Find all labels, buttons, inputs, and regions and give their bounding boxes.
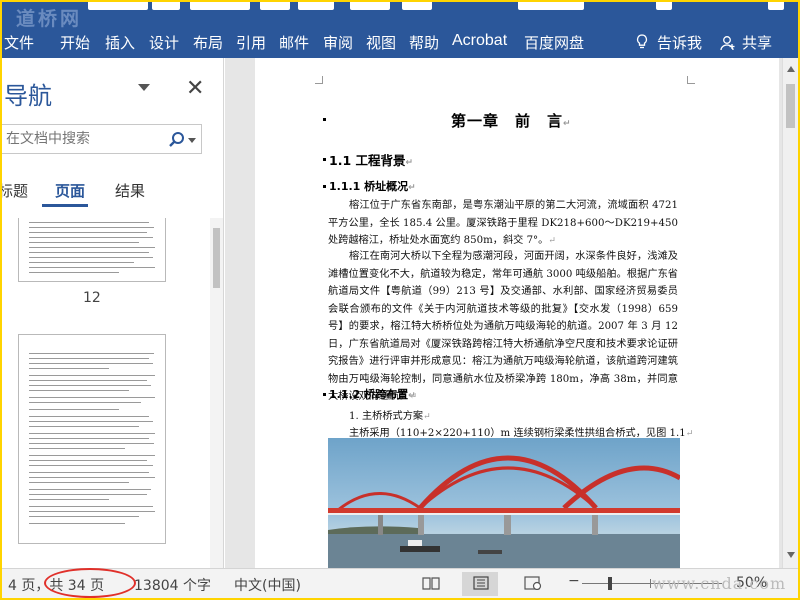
chapter-title: 第一章 前 言↵ bbox=[451, 112, 572, 130]
nav-search-input[interactable] bbox=[6, 129, 156, 149]
tab-review[interactable]: 审阅 bbox=[323, 32, 353, 53]
section-heading-1-1-2: 1.1.2 桥跨布置↵ bbox=[329, 388, 416, 401]
lightbulb-icon bbox=[636, 34, 648, 49]
language-status[interactable]: 中文(中国) bbox=[234, 575, 301, 595]
tab-references[interactable]: 引用 bbox=[236, 32, 266, 53]
tab-design[interactable]: 设计 bbox=[149, 32, 179, 53]
tab-insert[interactable]: 插入 bbox=[105, 32, 135, 53]
tab-file[interactable]: 文件 bbox=[4, 32, 34, 53]
search-options-chevron-icon[interactable] bbox=[188, 138, 196, 143]
share-button[interactable]: 共享 bbox=[742, 32, 772, 53]
ribbon-tabs: 文件 开始 插入 设计 布局 引用 邮件 审阅 视图 帮助 Acrobat 百度… bbox=[2, 12, 798, 58]
nav-pane-title: 导航 bbox=[4, 82, 52, 110]
section-heading-1-1: 1.1 工程背景↵ bbox=[329, 153, 414, 168]
red-circle-annotation bbox=[44, 568, 136, 598]
search-icon[interactable] bbox=[168, 131, 186, 149]
web-layout-icon[interactable] bbox=[524, 576, 542, 590]
tab-acrobat[interactable]: Acrobat bbox=[452, 32, 507, 50]
page-thumbnail-12[interactable] bbox=[18, 218, 166, 282]
nav-pane-scrollbar[interactable] bbox=[210, 218, 223, 568]
paragraph-bridge-site: 榕江位于广东省东南部，是粤东潮汕平原的第二大河流，流域面积 4721 平方公里，… bbox=[328, 200, 678, 246]
document-page[interactable]: 第一章 前 言↵ 1.1 工程背景↵ 1.1.1 桥址概况↵ 榕江位于广东省东南… bbox=[255, 58, 779, 568]
tab-baidu-netdisk[interactable]: 百度网盘 bbox=[524, 32, 584, 53]
tab-help[interactable]: 帮助 bbox=[409, 32, 439, 53]
page-thumbnail-13[interactable] bbox=[18, 334, 166, 544]
zoom-slider-midmark bbox=[650, 579, 651, 588]
nav-search-box bbox=[2, 124, 202, 154]
close-icon[interactable]: ✕ bbox=[186, 76, 204, 101]
section-heading-1-1-1: 1.1.1 桥址概况↵ bbox=[329, 180, 416, 193]
tab-home[interactable]: 开始 bbox=[60, 32, 90, 53]
thumbnail-page-number: 12 bbox=[83, 290, 101, 306]
nav-options-chevron-icon[interactable] bbox=[138, 84, 150, 91]
active-tab-indicator bbox=[42, 204, 88, 207]
watermark-bottom-right: www.cnda.com bbox=[652, 574, 787, 593]
document-scrollbar[interactable] bbox=[782, 58, 798, 568]
document-canvas: 第一章 前 言↵ 1.1 工程背景↵ 1.1.1 桥址概况↵ 榕江位于广东省东南… bbox=[225, 58, 798, 568]
zoom-slider-handle[interactable] bbox=[608, 577, 612, 590]
tab-view[interactable]: 视图 bbox=[366, 32, 396, 53]
body-line-main-bridge: 主桥采用（110+2×220+110）m 连续钢桁梁柔性拱组合桥式，见图 1.1… bbox=[349, 428, 694, 439]
word-count-status[interactable]: 13804 个字 bbox=[134, 575, 211, 595]
bridge-photo bbox=[328, 438, 680, 568]
print-layout-icon[interactable] bbox=[472, 576, 490, 590]
tell-me-search[interactable]: 告诉我 bbox=[657, 32, 702, 53]
share-person-icon bbox=[720, 36, 735, 51]
tab-mailings[interactable]: 邮件 bbox=[279, 32, 309, 53]
title-bar bbox=[2, 2, 798, 12]
nav-tab-results[interactable]: 结果 bbox=[115, 180, 145, 201]
watermark-top-left: 道桥网 bbox=[16, 8, 83, 30]
nav-tab-pages[interactable]: 页面 bbox=[55, 180, 85, 201]
scroll-thumb[interactable] bbox=[786, 84, 795, 128]
tab-layout[interactable]: 布局 bbox=[193, 32, 223, 53]
nav-tab-headings[interactable]: 标题 bbox=[2, 180, 28, 201]
scroll-down-arrow-icon[interactable] bbox=[787, 552, 795, 558]
paragraph-navigation: 榕江在南河大桥以下全程为感潮河段，河面开阔，水深条件良好，浅滩及滩槽位置变化不大… bbox=[328, 251, 678, 402]
list-item-main-bridge-scheme: 1. 主桥桥式方案↵ bbox=[349, 411, 431, 422]
word-window: 道桥网 文件 开始 插入 设计 布局 引用 邮件 审阅 视图 帮助 Acroba… bbox=[2, 2, 798, 598]
read-mode-icon[interactable] bbox=[422, 576, 440, 590]
navigation-pane: 导航 ✕ 标题 页面 结果 12 bbox=[2, 58, 224, 568]
scroll-up-arrow-icon[interactable] bbox=[787, 66, 795, 72]
bridge-illustration bbox=[328, 455, 680, 568]
zoom-out-button[interactable]: − bbox=[568, 573, 580, 589]
